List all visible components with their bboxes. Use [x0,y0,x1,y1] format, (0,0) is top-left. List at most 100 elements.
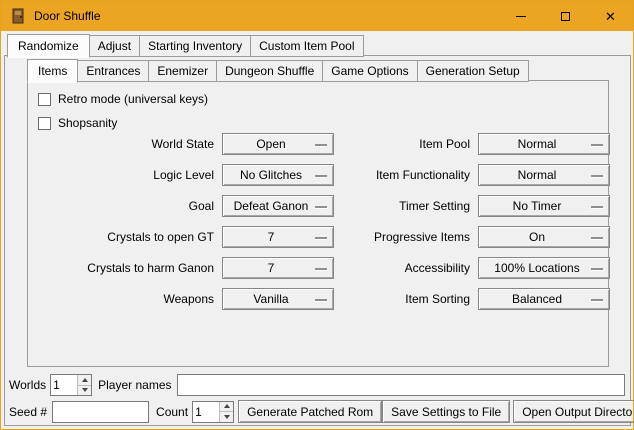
save-settings-button[interactable]: Save Settings to File [382,400,510,423]
close-icon: ✕ [605,10,616,23]
item-functionality-label: Item Functionality [342,164,470,186]
worlds-spin-down-button[interactable] [78,386,91,396]
goal-value: Defeat Ganon [234,199,323,213]
worlds-input[interactable] [51,375,77,395]
crystals-harm-ganon-label: Crystals to harm Ganon [36,257,214,279]
arrow-up-icon [82,378,88,382]
retro-mode-checkbox-row: Retro mode (universal keys) [38,91,208,107]
world-state-label: World State [36,133,214,155]
generate-patched-rom-button[interactable]: Generate Patched Rom [238,400,382,423]
crystals-harm-ganon-dropdown[interactable]: 7 [222,257,334,279]
item-sorting-value: Balanced [512,292,576,306]
item-pool-label: Item Pool [342,133,470,155]
accessibility-value: 100% Locations [494,261,593,275]
worlds-label: Worlds [9,378,46,392]
dropdown-indicator-icon [591,237,603,239]
goal-dropdown[interactable]: Defeat Ganon [222,195,334,217]
retro-mode-label: Retro mode (universal keys) [58,92,208,106]
shopsanity-checkbox-row: Shopsanity [38,115,117,131]
dropdown-indicator-icon [315,175,327,177]
logic-level-dropdown[interactable]: No Glitches [222,164,334,186]
weapons-dropdown[interactable]: Vanilla [222,288,334,310]
dropdown-indicator-icon [591,206,603,208]
crystals-open-gt-label: Crystals to open GT [36,226,214,248]
arrow-up-icon [224,404,230,408]
worlds-spin-up-button[interactable] [78,375,91,386]
item-sorting-dropdown[interactable]: Balanced [478,288,610,310]
arrow-down-icon [224,415,230,419]
tab-entrances[interactable]: Entrances [77,60,149,82]
count-spin-arrows [219,402,233,422]
item-pool-dropdown[interactable]: Normal [478,133,610,155]
player-names-input[interactable] [177,374,626,396]
dropdown-indicator-icon [315,268,327,270]
progressive-items-value: On [529,230,559,244]
top-tab-bar: Randomize Adjust Starting Inventory Cust… [7,34,363,57]
arrow-down-icon [82,388,88,392]
minimize-button[interactable] [498,1,543,31]
progressive-items-label: Progressive Items [342,226,470,248]
items-pane: Retro mode (universal keys) Shopsanity W… [27,80,609,367]
open-output-directory-button[interactable]: Open Output Directory [513,400,634,423]
timer-setting-label: Timer Setting [342,195,470,217]
tab-enemizer[interactable]: Enemizer [148,60,217,82]
maximize-icon [561,12,570,21]
count-spin-up-button[interactable] [220,402,233,413]
close-button[interactable]: ✕ [588,1,633,31]
crystals-harm-ganon-value: 7 [268,261,289,275]
count-label: Count [156,405,188,419]
tab-generation-setup[interactable]: Generation Setup [417,60,529,82]
worlds-spin-arrows [77,375,91,395]
world-state-dropdown[interactable]: Open [222,133,334,155]
accessibility-label: Accessibility [342,257,470,279]
dropdown-indicator-icon [315,237,327,239]
tab-starting-inventory[interactable]: Starting Inventory [139,35,251,57]
tab-game-options[interactable]: Game Options [322,60,417,82]
world-state-value: Open [256,137,299,151]
item-pool-value: Normal [518,137,571,151]
logic-level-value: No Glitches [240,168,316,182]
player-names-label: Player names [98,378,171,392]
item-functionality-value: Normal [518,168,571,182]
seed-label: Seed # [9,405,47,419]
seed-row: Seed # Count Generate Patched Rom Save S… [9,400,625,423]
titlebar: Door Shuffle ✕ [1,1,633,31]
worlds-row: Worlds Player names [9,374,625,396]
count-input[interactable] [193,402,219,422]
dropdown-indicator-icon [591,299,603,301]
item-functionality-dropdown[interactable]: Normal [478,164,610,186]
inner-tab-bar: Items Entrances Enemizer Dungeon Shuffle… [27,59,528,82]
progressive-items-dropdown[interactable]: On [478,226,610,248]
maximize-button[interactable] [543,1,588,31]
worlds-spinbox[interactable] [50,374,92,396]
dropdown-indicator-icon [315,299,327,301]
tab-randomize[interactable]: Randomize [7,34,90,58]
retro-mode-checkbox[interactable] [38,93,51,106]
weapons-label: Weapons [36,288,214,310]
accessibility-dropdown[interactable]: 100% Locations [478,257,610,279]
tab-adjust[interactable]: Adjust [89,35,140,57]
weapons-value: Vanilla [253,292,302,306]
shopsanity-label: Shopsanity [58,116,117,130]
timer-setting-dropdown[interactable]: No Timer [478,195,610,217]
app-icon [10,8,26,24]
timer-setting-value: No Timer [513,199,576,213]
item-sorting-label: Item Sorting [342,288,470,310]
dropdown-indicator-icon [591,268,603,270]
minimize-icon [516,16,526,17]
tab-dungeon-shuffle[interactable]: Dungeon Shuffle [216,60,323,82]
app-window: Door Shuffle ✕ Randomize Adjust Starting… [0,0,634,430]
dropdown-indicator-icon [591,144,603,146]
tab-custom-item-pool[interactable]: Custom Item Pool [250,35,363,57]
options-grid: World State Open Item Pool Normal Logic … [36,133,610,310]
dropdown-indicator-icon [591,175,603,177]
seed-input[interactable] [52,401,149,423]
tab-items[interactable]: Items [27,59,78,83]
shopsanity-checkbox[interactable] [38,117,51,130]
count-spinbox[interactable] [192,401,234,423]
crystals-open-gt-dropdown[interactable]: 7 [222,226,334,248]
crystals-open-gt-value: 7 [268,230,289,244]
logic-level-label: Logic Level [36,164,214,186]
window-title: Door Shuffle [34,9,498,23]
count-spin-down-button[interactable] [220,412,233,422]
